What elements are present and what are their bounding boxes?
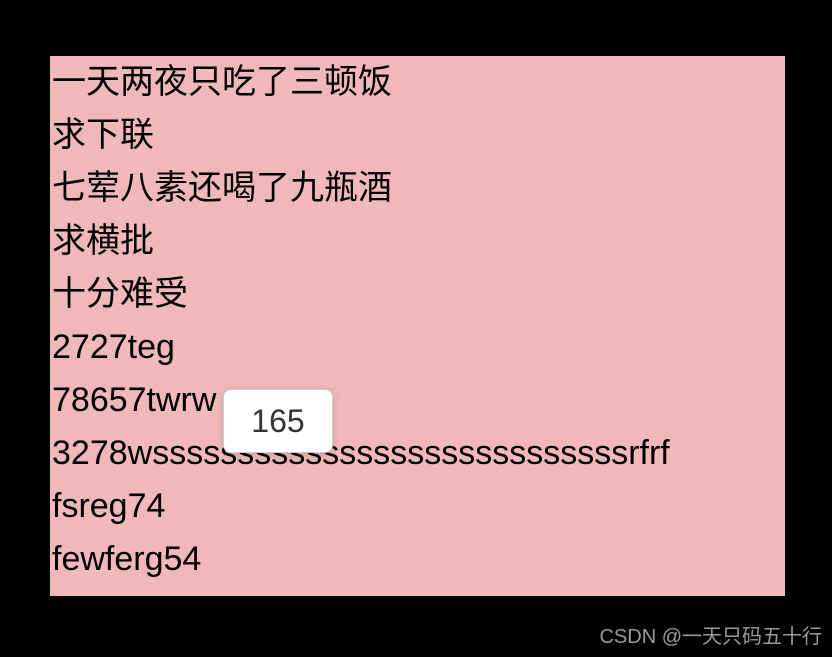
text-line: 求横批: [50, 215, 785, 268]
watermark: CSDN @一天只码五十行: [599, 620, 822, 649]
text-line: 3278wssssssssssssssssssssssssssssrfrf: [50, 427, 785, 480]
scroll-tooltip: 165: [223, 389, 333, 453]
text-line: 七荤八素还喝了九瓶酒: [50, 162, 785, 215]
text-line: 一天两夜只吃了三顿饭: [50, 56, 785, 109]
text-line: 78657twrw: [50, 374, 785, 427]
text-line: 十分难受: [50, 268, 785, 321]
text-line: fsreg74: [50, 480, 785, 533]
content-box: 一天两夜只吃了三顿饭 求下联 七荤八素还喝了九瓶酒 求横批 十分难受 2727t…: [50, 56, 785, 596]
text-line: 求下联: [50, 109, 785, 162]
text-line: 2727teg: [50, 321, 785, 374]
text-line: fewferg54: [50, 533, 785, 586]
tooltip-value: 165: [251, 403, 304, 440]
